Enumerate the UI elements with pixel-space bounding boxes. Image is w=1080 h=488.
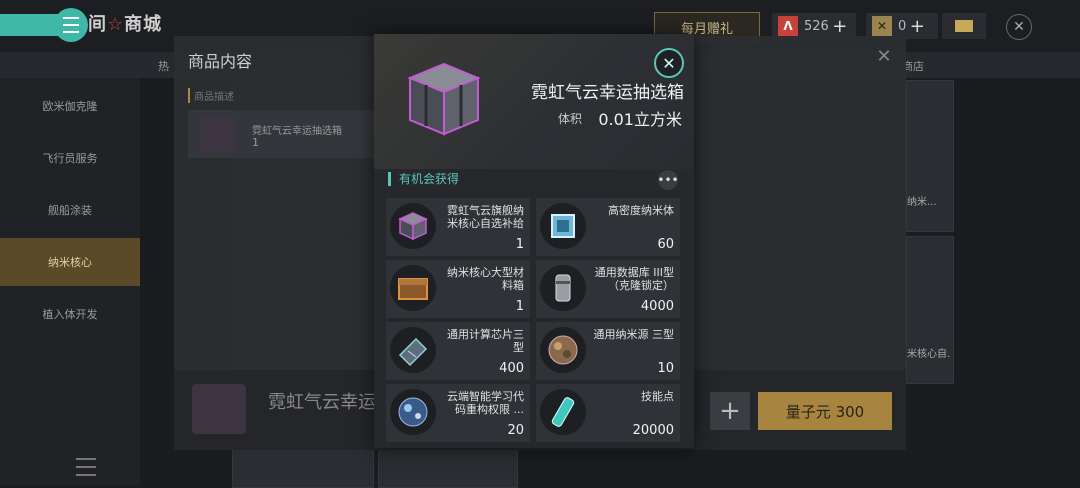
reward-item[interactable]: 云端智能学习代码重构权限 ... 20 <box>386 384 530 442</box>
reward-count: 1 <box>515 299 524 314</box>
reward-item[interactable]: 通用计算芯片三型 400 <box>386 322 530 380</box>
sidebar-item-nanocore[interactable]: 纳米核心 <box>0 238 140 286</box>
more-icon: ••• <box>657 173 679 187</box>
reward-name: 通用数据库 III型（克隆锁定） <box>594 266 674 292</box>
currency-value: 526 <box>804 18 829 34</box>
sidebar-item-label: 舰船涂装 <box>48 204 92 217</box>
nano-source-sphere-icon <box>540 327 586 373</box>
modal-close-button[interactable]: ✕ <box>872 46 896 70</box>
reward-name: 高密度纳米体 <box>608 204 674 217</box>
reward-count: 20 <box>507 423 524 438</box>
plex-icon: Λ <box>778 16 798 36</box>
tab-hot[interactable]: 热 <box>158 58 169 74</box>
possible-rewards-heading: 有机会获得 <box>388 172 459 186</box>
reward-name: 通用计算芯片三型 <box>447 328 524 354</box>
hamburger-icon <box>63 17 79 33</box>
store-card[interactable]: 纳米... <box>906 80 954 232</box>
main-menu-button[interactable] <box>54 8 88 42</box>
nanocore-supply-box-icon <box>390 203 436 249</box>
lootbox-footer-icon <box>192 384 246 434</box>
plus-icon: + <box>719 396 741 426</box>
reward-count: 4000 <box>640 299 674 314</box>
lootbox-icon <box>407 62 481 136</box>
sidebar-item-skins[interactable]: 舰船涂装 <box>0 186 140 234</box>
store-card[interactable]: 米核心自... <box>906 236 954 384</box>
store-title: 间☆商城 <box>88 10 162 36</box>
product-row-count: 1 <box>252 136 259 149</box>
sidebar-item-implants[interactable]: 植入体开发 <box>0 290 140 338</box>
cloud-code-sphere-icon <box>390 389 436 435</box>
more-options-button[interactable]: ••• <box>657 170 679 190</box>
sidebar-item-label: 纳米核心 <box>48 256 92 269</box>
close-store-button[interactable]: ✕ <box>1006 14 1032 40</box>
list-menu-icon[interactable] <box>76 458 96 476</box>
currency-value: 0 <box>898 18 907 34</box>
reward-count: 1 <box>515 237 524 252</box>
close-icon: ✕ <box>1013 19 1025 35</box>
modal-title: 商品内容 <box>188 52 253 71</box>
sidebar: 欧米伽克隆 飞行员服务 舰船涂装 纳米核心 植入体开发 <box>0 78 140 486</box>
reward-item[interactable]: 霓虹气云旗舰纳米核心自选补给 1 <box>386 198 530 256</box>
reward-name: 云端智能学习代码重构权限 ... <box>447 390 524 416</box>
add-token-button[interactable]: + <box>906 16 928 37</box>
material-crate-icon <box>390 265 436 311</box>
quantity-increase-button[interactable]: + <box>710 392 750 430</box>
nanite-cube-icon <box>540 203 586 249</box>
buy-button[interactable]: 量子元 300 <box>758 392 892 430</box>
reward-count: 20000 <box>632 423 674 438</box>
title-part: 间 <box>88 14 107 35</box>
sidebar-item-pilot[interactable]: 飞行员服务 <box>0 134 140 182</box>
buy-button-label: 量子元 300 <box>785 402 865 421</box>
product-row-name: 霓虹气云幸运抽选箱 <box>252 126 342 137</box>
add-plex-button[interactable]: + <box>829 16 851 37</box>
reward-item[interactable]: 通用纳米源 三型 10 <box>536 322 680 380</box>
skill-point-injector-icon <box>540 389 586 435</box>
volume-value: 0.01立方米 <box>598 110 682 129</box>
sidebar-item-label: 飞行员服务 <box>42 152 98 165</box>
star-icon: ☆ <box>107 14 125 35</box>
popup-item-name: 霓虹气云幸运抽选箱 <box>531 83 684 103</box>
reward-item[interactable]: 技能点 20000 <box>536 384 680 442</box>
reward-name: 技能点 <box>641 390 674 403</box>
reward-count: 10 <box>657 361 674 376</box>
product-description-label: 商品描述 <box>188 88 234 103</box>
token-icon: ✕ <box>872 16 892 36</box>
sidebar-item-omega[interactable]: 欧米伽克隆 <box>0 82 140 130</box>
reward-name: 纳米核心大型材料箱 <box>447 266 524 292</box>
close-icon: ✕ <box>662 53 676 73</box>
lootbox-thumb-icon <box>200 116 236 152</box>
reward-count: 400 <box>499 361 524 376</box>
footer-item-name: 霓虹气云幸运 <box>268 392 376 413</box>
database-canister-icon <box>540 265 586 311</box>
computing-chip-icon <box>390 327 436 373</box>
reward-name: 通用纳米源 三型 <box>593 328 675 341</box>
title-part: 商城 <box>124 14 163 35</box>
sidebar-item-label: 植入体开发 <box>42 308 98 321</box>
volume-label: 体积 <box>558 112 583 126</box>
lootbox-detail-popup: ✕ 霓虹气云幸运抽选箱 体积 0.01立方米 有机会获得 ••• 霓虹气云旗舰纳… <box>374 34 694 448</box>
reward-item[interactable]: 高密度纳米体 60 <box>536 198 680 256</box>
ticket-button[interactable] <box>942 13 986 39</box>
card-name: 纳米... <box>907 197 937 208</box>
reward-count: 60 <box>657 237 674 252</box>
card-name: 米核心自... <box>907 349 951 360</box>
sidebar-item-label: 欧米伽克隆 <box>42 100 98 113</box>
reward-item[interactable]: 纳米核心大型材料箱 1 <box>386 260 530 318</box>
reward-item[interactable]: 通用数据库 III型（克隆锁定） 4000 <box>536 260 680 318</box>
reward-name: 霓虹气云旗舰纳米核心自选补给 <box>447 204 524 230</box>
ticket-icon <box>955 20 973 32</box>
popup-close-button[interactable]: ✕ <box>654 48 684 78</box>
close-icon: ✕ <box>876 46 892 67</box>
menu-strip <box>0 14 60 36</box>
